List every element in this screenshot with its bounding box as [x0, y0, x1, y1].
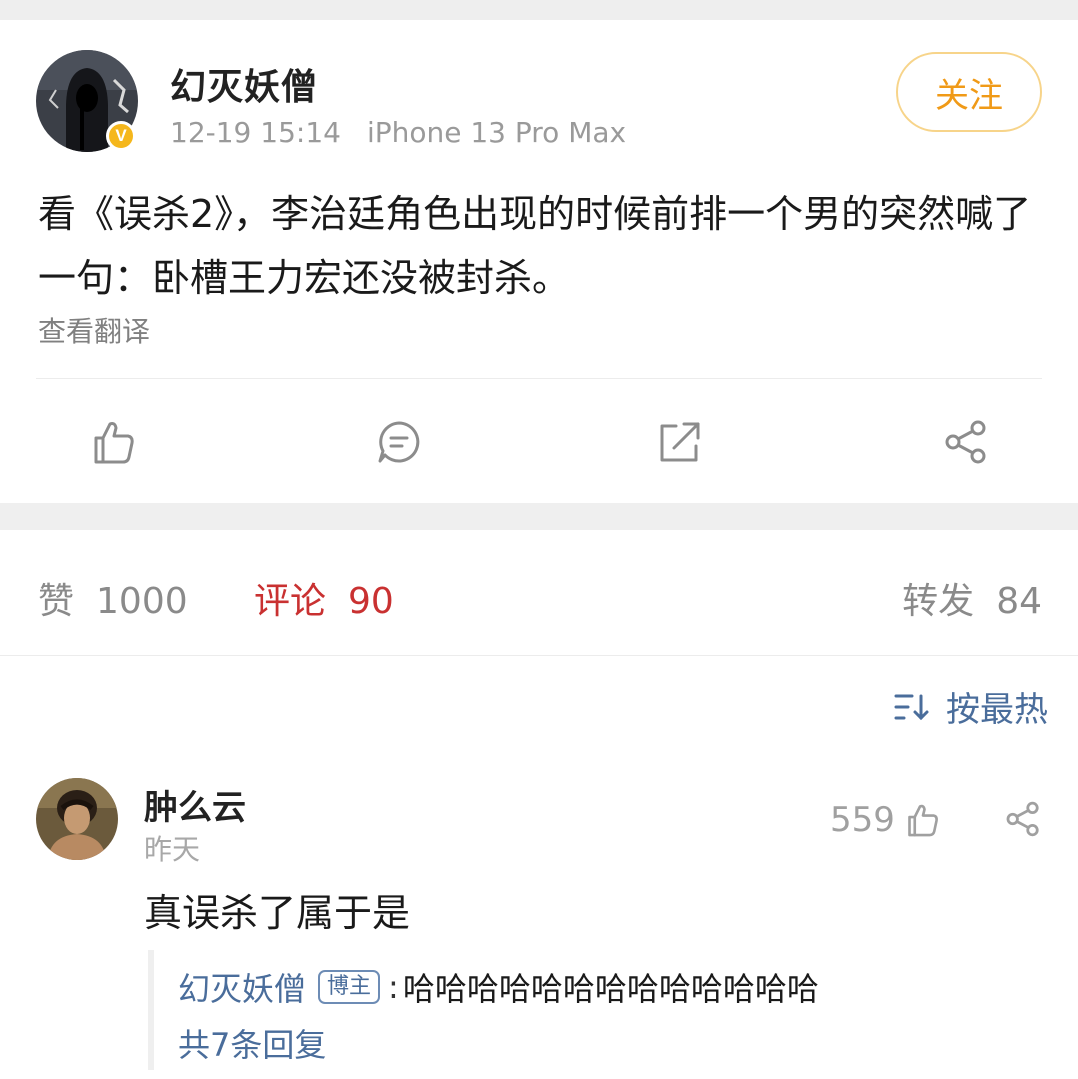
likes-count: 1000 [96, 581, 188, 622]
comments-label: 评论 [254, 581, 327, 622]
reply-separator: : [388, 968, 399, 1006]
post-time: 12-19 15:14 [170, 116, 341, 149]
section-separator [0, 503, 1078, 530]
comment-time: 昨天 [144, 833, 201, 866]
comment-text: 真误杀了属于是 [144, 891, 411, 935]
verified-badge: V [106, 121, 136, 151]
post-meta: 12-19 15:14 iPhone 13 Pro Max [170, 116, 626, 149]
reply-line: 幻灭妖僧 博主 : 哈哈哈哈哈哈哈哈哈哈哈哈哈 [178, 964, 819, 1010]
post-device: iPhone 13 Pro Max [366, 116, 627, 149]
sort-icon [894, 694, 929, 720]
author-name[interactable]: 幻灭妖僧 [170, 58, 318, 110]
commenter-name[interactable]: 肿么云 [144, 780, 246, 829]
share-icon [945, 420, 986, 464]
comment-like-button[interactable]: 559 [830, 800, 941, 840]
follow-button[interactable]: 关注 [896, 52, 1042, 132]
sort-button[interactable]: 按最热 [894, 682, 1048, 731]
like-icon [94, 422, 134, 464]
comment-like-count: 559 [830, 800, 895, 840]
share-button[interactable] [936, 414, 996, 470]
divider [0, 655, 1078, 656]
like-button[interactable] [84, 414, 144, 470]
commenter-avatar[interactable] [36, 778, 118, 860]
comments-count: 90 [348, 581, 394, 622]
likes-tab[interactable]: 赞 1000 [38, 572, 188, 624]
comment-icon [378, 421, 420, 463]
reposts-label: 转发 [902, 581, 975, 622]
sort-label: 按最热 [946, 690, 1048, 730]
likes-label: 赞 [38, 581, 75, 622]
repost-button[interactable] [650, 414, 710, 470]
more-replies-link[interactable]: 共7条回复 [178, 1020, 326, 1066]
like-icon [908, 804, 938, 837]
comment-button[interactable] [369, 414, 429, 470]
reply-text: 哈哈哈哈哈哈哈哈哈哈哈哈哈 [402, 970, 819, 1008]
share-icon [1006, 801, 1039, 837]
author-tag-badge: 博主 [318, 970, 381, 1004]
repost-icon [660, 422, 700, 462]
divider [36, 378, 1042, 379]
comments-tab[interactable]: 评论 90 [254, 572, 394, 624]
post-text: 看《误杀2》，李治廷角色出现的时候前排一个男的突然喊了一句：卧槽王力宏还没被封杀… [38, 192, 1032, 300]
reposts-tab[interactable]: 转发 84 [902, 572, 1042, 624]
translate-link[interactable]: 查看翻译 [38, 310, 150, 350]
reply-author[interactable]: 幻灭妖僧 [178, 964, 306, 1010]
comment-share-button[interactable] [1004, 800, 1042, 842]
reposts-count: 84 [996, 581, 1042, 622]
top-divider-strip [0, 0, 1078, 20]
